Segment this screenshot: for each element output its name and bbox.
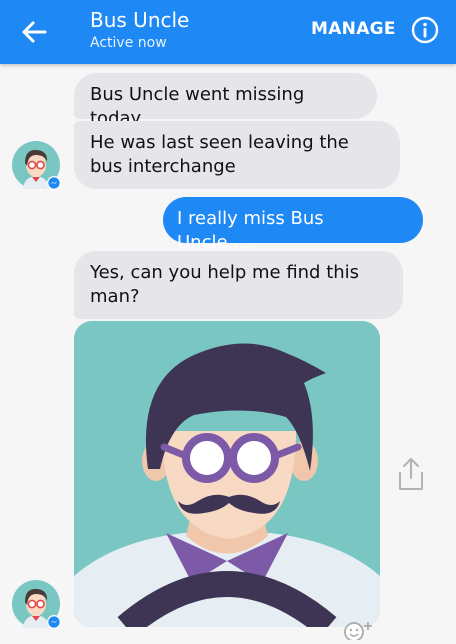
message-bubble-outgoing[interactable]: I really miss Bus Uncle..... [163, 197, 423, 253]
back-button[interactable] [14, 12, 54, 52]
share-upload-icon [399, 458, 423, 490]
add-reaction-icon [344, 622, 372, 642]
message-bubble[interactable]: He was last seen leaving the bus interch… [74, 121, 400, 189]
message-bubble[interactable]: Bus Uncle went missing today [74, 73, 377, 129]
arrow-left-icon [22, 21, 47, 43]
contact-avatar[interactable] [12, 141, 61, 190]
presence-status: Active now [90, 35, 167, 51]
bus-uncle-illustration [74, 321, 380, 627]
messenger-badge-icon [47, 615, 61, 629]
message-bubble[interactable]: Yes, can you help me find this man? [74, 251, 403, 319]
share-button[interactable] [396, 456, 426, 492]
contact-avatar[interactable] [12, 580, 61, 629]
info-button[interactable] [410, 15, 440, 45]
messenger-badge-icon [47, 176, 61, 190]
info-circle-icon [411, 16, 439, 44]
manage-button[interactable]: MANAGE [311, 19, 396, 39]
add-reaction-button[interactable] [342, 620, 376, 642]
contact-name[interactable]: Bus Uncle [90, 8, 189, 32]
chat-header: Bus Uncle Active now MANAGE [0, 0, 456, 64]
photo-message[interactable] [74, 321, 380, 627]
